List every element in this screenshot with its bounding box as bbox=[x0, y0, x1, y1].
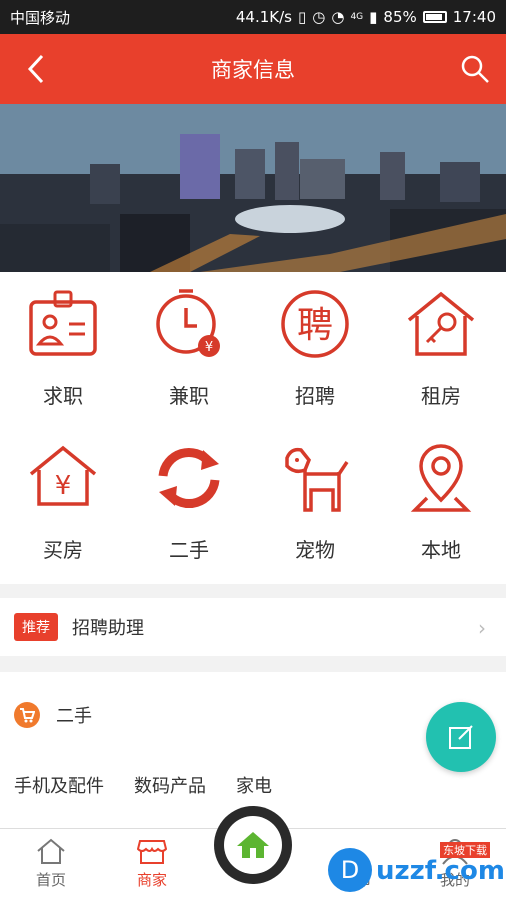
recommend-tag: 推荐 bbox=[14, 613, 58, 641]
clock: 17:40 bbox=[452, 8, 496, 26]
shopping-cart-icon bbox=[14, 702, 40, 728]
clock-yen-icon: ¥ bbox=[156, 289, 220, 357]
category-label: 买房 bbox=[43, 538, 83, 562]
category-label: 本地 bbox=[421, 538, 461, 562]
tab-merchant[interactable]: 商家 bbox=[112, 837, 192, 890]
svg-text:聘: 聘 bbox=[297, 305, 333, 346]
back-arrow-icon[interactable] bbox=[22, 52, 50, 86]
section-title: 二手 bbox=[56, 706, 92, 727]
vibrate-icon: ▯ bbox=[298, 8, 307, 26]
category-buy-house[interactable]: ¥ 买房 bbox=[0, 440, 126, 580]
subcategory-phones[interactable]: 手机及配件 bbox=[14, 772, 104, 798]
home-icon bbox=[237, 832, 269, 858]
id-badge-icon bbox=[29, 290, 97, 356]
home-outline-icon bbox=[37, 838, 65, 864]
tab-home[interactable]: 首页 bbox=[11, 837, 91, 890]
category-part-time[interactable]: ¥ 兼职 bbox=[126, 286, 252, 426]
category-pets[interactable]: 宠物 bbox=[252, 440, 378, 580]
shop-icon bbox=[137, 840, 167, 864]
wifi-icon: ◔ bbox=[331, 8, 345, 26]
svg-text:¥: ¥ bbox=[205, 340, 213, 355]
house-yen-icon: ¥ bbox=[29, 445, 97, 506]
category-second-hand[interactable]: 二手 bbox=[126, 440, 252, 580]
category-label: 求职 bbox=[43, 384, 83, 408]
recommend-row[interactable]: 推荐 招聘助理 › bbox=[0, 598, 506, 656]
tab-label: 首页 bbox=[35, 871, 66, 889]
map-pin-icon bbox=[410, 444, 472, 512]
category-label: 宠物 bbox=[295, 538, 335, 562]
edit-fab-button[interactable] bbox=[426, 702, 496, 772]
tab-label: 商家 bbox=[136, 871, 167, 889]
svg-text:D: D bbox=[341, 856, 359, 884]
category-grid: 求职 ¥ 兼职 聘 招聘 租房 ¥ 买房 二手 宠物 本地 bbox=[0, 272, 506, 584]
network-speed: 44.1K/s bbox=[235, 8, 292, 26]
category-label: 招聘 bbox=[295, 384, 335, 408]
category-hiring[interactable]: 聘 招聘 bbox=[252, 286, 378, 426]
app-header: 商家信息 bbox=[0, 34, 506, 104]
watermark-text: uzzf.com bbox=[376, 856, 505, 886]
home-center-button[interactable] bbox=[214, 806, 292, 884]
signal-label: 4G bbox=[350, 12, 364, 22]
alarm-icon: ◷ bbox=[312, 8, 326, 26]
category-label: 租房 bbox=[421, 384, 461, 408]
category-rent[interactable]: 租房 bbox=[378, 286, 504, 426]
site-watermark: D 东坡下载 uzzf.com bbox=[320, 836, 506, 898]
svg-text:¥: ¥ bbox=[55, 471, 72, 501]
page-title: 商家信息 bbox=[211, 58, 295, 82]
category-label: 兼职 bbox=[169, 384, 209, 408]
recommend-text: 招聘助理 bbox=[72, 618, 144, 639]
category-local[interactable]: 本地 bbox=[378, 440, 504, 580]
edit-icon bbox=[449, 725, 473, 749]
carrier-label: 中国移动 bbox=[10, 8, 71, 27]
hire-seal-icon: 聘 bbox=[281, 290, 349, 358]
status-bar: 中国移动 44.1K/s ▯ ◷ ◔ 4G ▮ 85% 17:40 bbox=[0, 0, 506, 34]
battery-icon bbox=[422, 11, 447, 23]
search-icon[interactable] bbox=[460, 54, 490, 84]
chevron-right-icon: › bbox=[478, 616, 486, 640]
subcategory-appliances[interactable]: 家电 bbox=[236, 772, 272, 798]
recycle-arrows-icon bbox=[158, 448, 220, 508]
dog-icon bbox=[285, 447, 349, 512]
battery-percent: 85% bbox=[383, 8, 417, 26]
subcategory-digital[interactable]: 数码产品 bbox=[134, 772, 206, 798]
category-job-seeking[interactable]: 求职 bbox=[0, 286, 126, 426]
city-banner-image[interactable] bbox=[0, 104, 506, 272]
house-key-icon bbox=[407, 291, 475, 356]
category-label: 二手 bbox=[169, 538, 209, 562]
signal-icon: ▮ bbox=[369, 8, 378, 26]
